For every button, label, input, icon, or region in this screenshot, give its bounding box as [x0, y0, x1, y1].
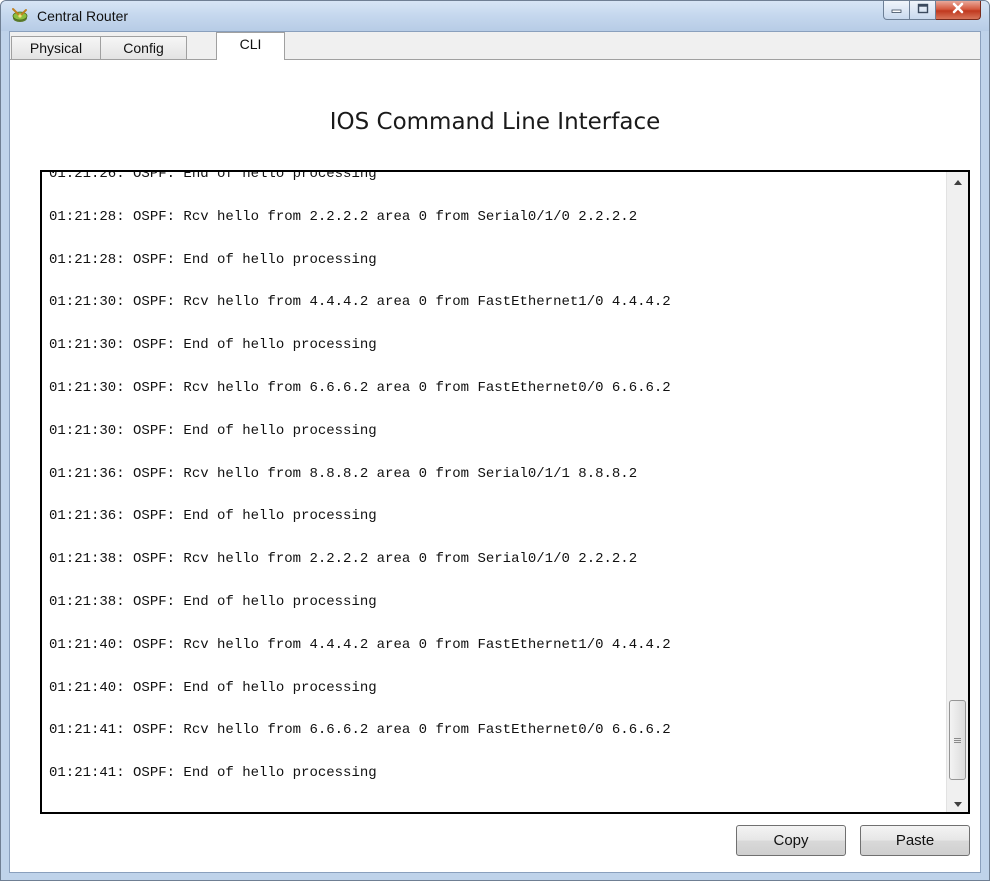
- app-window: Central Router Physical Config CLI IOS C…: [0, 0, 990, 881]
- cli-heading: IOS Command Line Interface: [329, 109, 661, 135]
- scroll-down-button[interactable]: [947, 794, 968, 812]
- terminal-line: 01:21:30: OSPF: Rcv hello from 4.4.4.2 a…: [49, 294, 671, 311]
- terminal-output: 01:21:26: OSPF: End of hello processing 0…: [49, 170, 938, 808]
- tab-config[interactable]: Config: [100, 36, 187, 59]
- scrollbar-thumb[interactable]: [949, 700, 966, 780]
- paste-button[interactable]: Paste: [860, 825, 970, 856]
- terminal-line: 01:21:28: OSPF: Rcv hello from 2.2.2.2 a…: [49, 208, 638, 225]
- tab-cli[interactable]: CLI: [216, 32, 285, 60]
- close-button[interactable]: [936, 1, 981, 20]
- terminal-line: 01:21:30: OSPF: Rcv hello from 6.6.6.2 a…: [49, 379, 671, 396]
- scroll-down-arrow-icon: [953, 794, 962, 812]
- terminal-line: 01:21:30: OSPF: End of hello processing: [49, 337, 377, 354]
- tab-label: Config: [123, 40, 164, 56]
- terminal-line: 01:21:36: OSPF: End of hello processing: [49, 508, 377, 525]
- terminal-line: 01:21:40: OSPF: End of hello processing: [49, 679, 377, 696]
- terminal-line: 01:21:41: OSPF: Rcv hello from 6.6.6.2 a…: [49, 722, 671, 739]
- paste-button-label: Paste: [895, 832, 935, 849]
- window-content: Physical Config CLI IOS Command Line Int…: [9, 31, 981, 873]
- tab-label: Physical: [29, 40, 83, 56]
- tab-bar: Physical Config CLI: [10, 32, 980, 60]
- title-bar[interactable]: Central Router: [1, 1, 989, 31]
- router-app-icon: [11, 7, 29, 25]
- maximize-button[interactable]: [910, 1, 936, 20]
- scroll-up-arrow-icon: [953, 172, 962, 190]
- copy-button-label: Copy: [773, 832, 809, 849]
- terminal-line: 01:21:36: OSPF: Rcv hello from 8.8.8.2 a…: [49, 465, 638, 482]
- terminal-line: 01:21:26: OSPF: End of hello processing: [49, 170, 377, 182]
- copy-button[interactable]: Copy: [736, 825, 846, 856]
- terminal-line: 01:21:28: OSPF: End of hello processing: [49, 251, 377, 268]
- terminal-line: 01:21:38: OSPF: End of hello processing: [49, 593, 377, 610]
- terminal-line: 01:21:40: OSPF: Rcv hello from 4.4.4.2 a…: [49, 636, 671, 653]
- terminal-line: 01:21:41: OSPF: End of hello processing: [49, 765, 377, 782]
- maximize-icon: [917, 1, 929, 19]
- tab-physical[interactable]: Physical: [11, 36, 101, 59]
- caption-buttons: [883, 1, 981, 21]
- terminal-line: 01:21:38: OSPF: Rcv hello from 2.2.2.2 a…: [49, 551, 638, 568]
- scroll-up-button[interactable]: [947, 172, 968, 190]
- vertical-scrollbar[interactable]: [946, 172, 968, 812]
- terminal-line: 01:21:30: OSPF: End of hello processing: [49, 422, 377, 439]
- grip-icon: [954, 731, 961, 749]
- cli-terminal[interactable]: 01:21:26: OSPF: End of hello processing 0…: [40, 170, 970, 814]
- minimize-button[interactable]: [883, 1, 910, 20]
- close-icon: [951, 1, 965, 19]
- tab-label: CLI: [239, 35, 262, 52]
- window-title: Central Router: [37, 8, 129, 24]
- minimize-icon: [891, 1, 903, 19]
